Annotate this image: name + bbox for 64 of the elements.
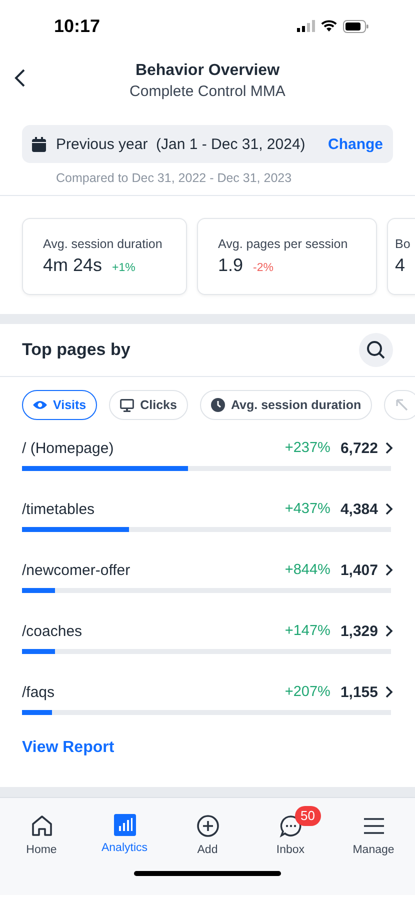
page-change: +437% (284, 501, 330, 517)
page-change: +237% (284, 440, 330, 456)
page-path[interactable]: /faqs (22, 684, 285, 700)
arrow-icon (395, 398, 410, 412)
page-path[interactable]: / (Homepage) (22, 440, 285, 456)
filter-chip[interactable]: Visits (22, 390, 98, 420)
eye-icon (33, 400, 47, 410)
metric-card[interactable]: Avg. session duration 4m 24s +1% (22, 218, 187, 295)
page-change: +147% (284, 623, 330, 639)
metric-change: +1% (112, 262, 136, 274)
metric-value: 4 (395, 255, 406, 276)
page-subtitle: Complete Control MMA (130, 82, 286, 102)
chevron-right-icon[interactable] (385, 686, 393, 698)
filter-chip[interactable]: Avg. session duration (200, 390, 372, 420)
page-visits: 1,155 (340, 684, 378, 700)
chevron-right-icon[interactable] (385, 503, 393, 515)
section-title: Top pages by (22, 340, 130, 360)
metric-value: 1.9 (218, 255, 244, 276)
notification-badge: 50 (294, 806, 321, 826)
search-icon (366, 340, 386, 360)
chevron-right-icon[interactable] (385, 625, 393, 637)
page-change: +844% (284, 562, 330, 578)
page-visits: 1,407 (340, 562, 378, 578)
back-button[interactable] (14, 68, 26, 88)
page-path[interactable]: /timetables (22, 500, 285, 518)
metric-card[interactable]: Avg. pages per session 1.9 -2% (197, 218, 377, 295)
chevron-right-icon[interactable] (385, 442, 393, 454)
metric-label: Bo (395, 237, 412, 251)
view-report-link[interactable]: View Report (22, 739, 114, 757)
metric-label: Avg. session duration (43, 237, 164, 251)
metric-label: Avg. pages per session (218, 237, 349, 251)
comparison-text: Compared to Dec 31, 2022 - Dec 31, 2023 (56, 171, 293, 185)
page-title: Behavior Overview (135, 61, 280, 81)
filter-chip[interactable]: Clicks (109, 390, 188, 420)
page-visits: 6,722 (340, 440, 378, 456)
page-visits: 4,384 (340, 500, 378, 518)
page-visits: 1,329 (340, 622, 378, 640)
change-link[interactable]: Change (328, 136, 383, 152)
page-change: +207% (284, 684, 330, 700)
clock-icon (210, 398, 225, 412)
search-button[interactable] (359, 333, 393, 367)
monitor-icon (120, 398, 134, 412)
page-path[interactable]: /coaches (22, 622, 285, 640)
clock-time: 10:17 (54, 16, 100, 36)
chat-icon (278, 814, 302, 838)
tab-item[interactable]: Inbox 50 (249, 806, 332, 856)
metric-value: 4m 24s (43, 255, 102, 276)
back-icon (14, 68, 26, 88)
metric-change: -2% (253, 262, 274, 274)
plus-icon (196, 814, 220, 838)
metric-card[interactable]: Bo 4 (387, 218, 415, 295)
battery-icon (343, 20, 369, 32)
analytics-icon (114, 814, 136, 836)
wifi-icon (321, 20, 337, 32)
page-path[interactable]: /newcomer-offer (22, 562, 285, 578)
home-icon (30, 814, 54, 838)
calendar-icon (32, 136, 46, 152)
date-range-label: Previous year (Jan 1 - Dec 31, 2024) (56, 136, 306, 152)
chevron-right-icon[interactable] (385, 564, 393, 576)
tab-item[interactable]: Add (166, 806, 249, 856)
tab-item[interactable]: Manage (332, 806, 415, 856)
signal-icon (297, 20, 315, 32)
tab-item[interactable]: Home (0, 806, 83, 856)
tab-item[interactable]: Analytics (83, 806, 166, 856)
